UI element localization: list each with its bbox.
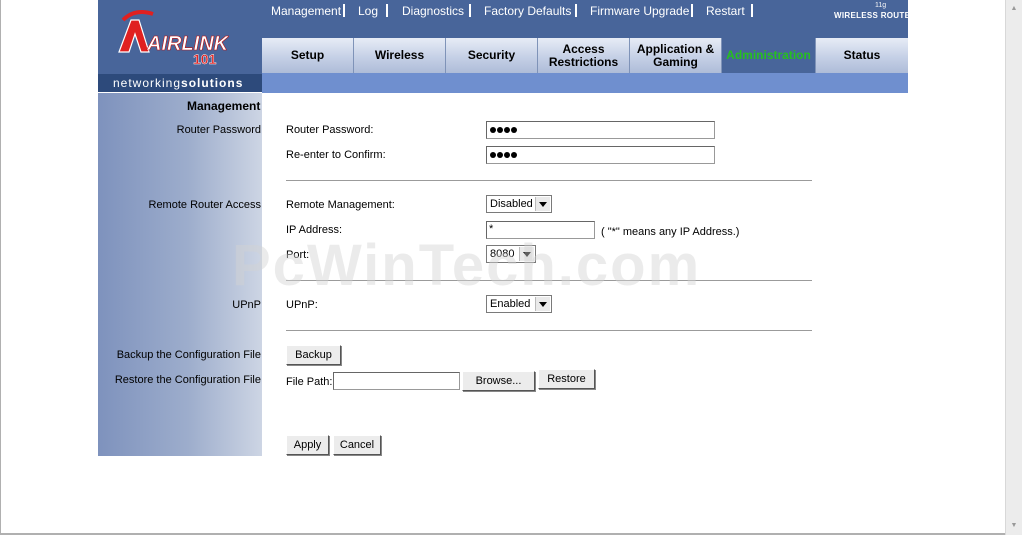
port-value: 8080 xyxy=(490,248,515,260)
window-border-left xyxy=(0,0,1,535)
subnav-separator xyxy=(691,4,693,17)
password-dot xyxy=(497,152,503,158)
section-label-upnp: UPnP xyxy=(232,299,261,311)
subnav-separator xyxy=(751,4,753,17)
router-password-label: Router Password: xyxy=(286,124,374,136)
vertical-scrollbar[interactable]: ▲ ▼ xyxy=(1005,0,1022,535)
product-name: WIRELESS ROUTER xyxy=(834,11,917,20)
tab-administration[interactable]: Administration xyxy=(722,38,816,73)
remote-management-value: Disabled xyxy=(490,198,533,210)
password-dot xyxy=(511,152,517,158)
section-label-router-password: Router Password xyxy=(176,124,261,136)
subnav-factory-defaults[interactable]: Factory Defaults xyxy=(484,4,571,18)
confirm-password-input[interactable] xyxy=(486,146,715,164)
airlink-logo-icon: AIRLINK 101 xyxy=(118,10,229,66)
tab-setup[interactable]: Setup xyxy=(262,38,354,73)
ip-address-label: IP Address: xyxy=(286,224,343,236)
apply-button[interactable]: Apply xyxy=(286,435,329,455)
logo-number: 101 xyxy=(193,51,217,66)
subnav-separator xyxy=(575,4,577,17)
file-path-input[interactable] xyxy=(333,372,460,390)
scroll-down-arrow-icon[interactable]: ▼ xyxy=(1007,518,1021,534)
subnav-separator xyxy=(469,4,471,17)
divider xyxy=(286,180,812,181)
tab-wireless[interactable]: Wireless xyxy=(354,38,446,73)
ip-address-hint: ( "*" means any IP Address.) xyxy=(601,226,740,238)
chevron-down-icon[interactable] xyxy=(519,247,534,261)
password-dot xyxy=(497,127,503,133)
password-dot xyxy=(504,127,510,133)
upnp-label: UPnP: xyxy=(286,299,318,311)
tab-security[interactable]: Security xyxy=(446,38,538,73)
upnp-value: Enabled xyxy=(490,298,531,310)
tab-access-restrictions[interactable]: Access Restrictions xyxy=(538,38,630,73)
ip-address-input[interactable]: * xyxy=(486,221,595,239)
password-dot xyxy=(511,127,517,133)
scroll-up-arrow-icon[interactable]: ▲ xyxy=(1007,1,1021,17)
page-title: Management xyxy=(187,99,261,113)
divider xyxy=(286,280,812,281)
router-password-input[interactable] xyxy=(486,121,715,139)
password-mask xyxy=(490,124,518,136)
subnav-restart[interactable]: Restart xyxy=(706,4,745,18)
port-label: Port: xyxy=(286,249,310,261)
subnav-firmware-upgrade[interactable]: Firmware Upgrade xyxy=(590,4,689,18)
chevron-down-icon[interactable] xyxy=(535,197,550,211)
cancel-button[interactable]: Cancel xyxy=(333,435,381,455)
brand-tagline: networkingsolutions xyxy=(113,76,244,90)
section-label-restore: Restore the Configuration File xyxy=(114,374,261,386)
section-label-column xyxy=(98,93,262,456)
sub-navigation xyxy=(262,73,908,93)
restore-button[interactable]: Restore xyxy=(538,369,595,389)
subnav-separator xyxy=(386,4,388,17)
tab-application-gaming[interactable]: Application & Gaming xyxy=(630,38,722,73)
confirm-password-label: Re-enter to Confirm: xyxy=(286,149,386,161)
tab-status[interactable]: Status xyxy=(816,38,908,73)
password-dot xyxy=(490,152,496,158)
section-label-backup: Backup the Configuration File xyxy=(116,349,261,361)
chevron-down-icon[interactable] xyxy=(535,297,550,311)
subnav-log[interactable]: Log xyxy=(358,4,378,18)
subnav-separator xyxy=(343,4,345,17)
remote-management-label: Remote Management: xyxy=(286,199,395,211)
subnav-diagnostics[interactable]: Diagnostics xyxy=(402,4,464,18)
main-tabs: Setup Wireless Security Access Restricti… xyxy=(262,38,908,73)
section-label-remote-access: Remote Router Access xyxy=(148,199,262,211)
logo-wordmark: AIRLINK xyxy=(146,33,229,55)
file-path-label: File Path: xyxy=(286,376,333,388)
password-dot xyxy=(504,152,510,158)
port-select[interactable]: 8080 xyxy=(486,245,536,263)
watermark-text: PcWinTech.com xyxy=(232,233,702,298)
divider xyxy=(286,330,812,331)
confirm-password-mask xyxy=(490,149,518,161)
product-badge: 11g xyxy=(875,2,887,9)
remote-management-select[interactable]: Disabled xyxy=(486,195,552,213)
backup-button[interactable]: Backup xyxy=(286,345,341,365)
subnav-management[interactable]: Management xyxy=(271,4,341,18)
password-dot xyxy=(490,127,496,133)
upnp-select[interactable]: Enabled xyxy=(486,295,552,313)
browse-button[interactable]: Browse... xyxy=(462,371,535,391)
